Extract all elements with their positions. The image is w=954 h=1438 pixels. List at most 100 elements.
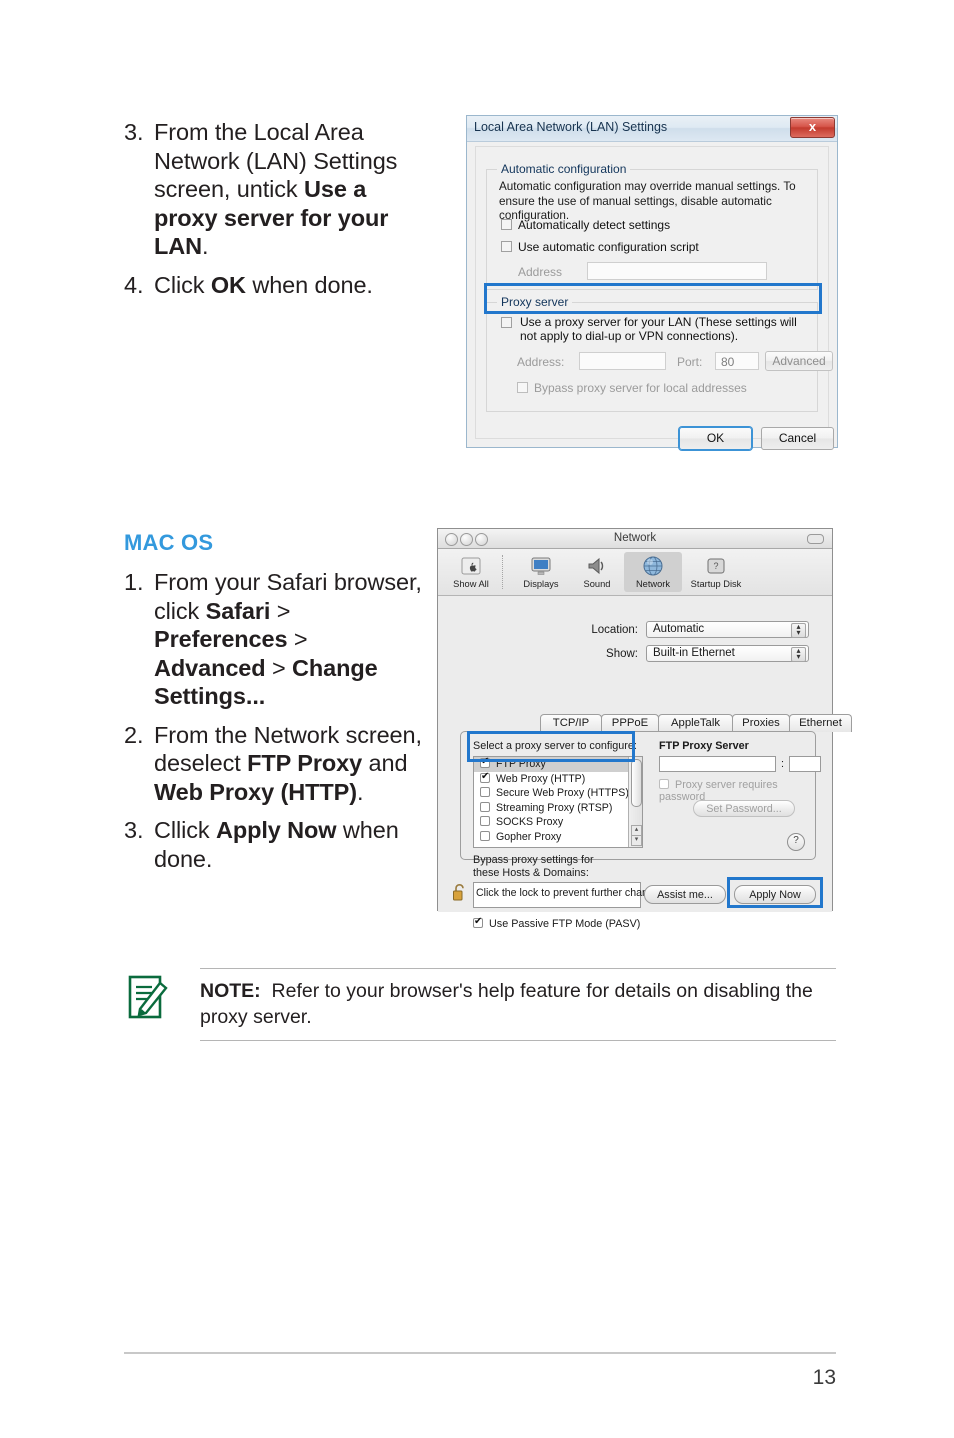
checkbox-icon[interactable] <box>480 787 490 798</box>
step-number: 1. <box>124 569 144 595</box>
checkbox-icon[interactable] <box>517 382 528 393</box>
globe-icon <box>643 556 663 576</box>
checkbox-icon[interactable] <box>480 801 490 812</box>
tab-pppoe[interactable]: PPPoE <box>601 714 659 732</box>
checkbox-icon[interactable] <box>473 916 483 928</box>
note-text: NOTE: Refer to your browser's help featu… <box>200 978 836 1030</box>
scrollbar-thumb[interactable] <box>631 759 642 807</box>
apply-now-button[interactable]: Apply Now <box>734 885 816 904</box>
toolbar-item-show-all[interactable]: Show All <box>442 552 500 589</box>
auto-config-address-input[interactable] <box>587 262 767 280</box>
chevron-updown-icon[interactable]: ▴ ▾ <box>791 647 806 662</box>
dialog-body: Automatic configuration Automatic config… <box>475 146 834 450</box>
tab-appletalk[interactable]: AppleTalk <box>658 714 733 732</box>
mac-steps-list: 1. From your Safari browser, click Safar… <box>124 568 424 873</box>
note-content: NOTE: Refer to your browser's help featu… <box>124 969 836 1040</box>
list-item[interactable]: Gopher Proxy <box>474 830 642 845</box>
note-bottom-rule <box>200 1040 836 1041</box>
list-item-label: Streaming Proxy (RTSP) <box>496 801 613 814</box>
close-icon[interactable]: x <box>790 117 835 138</box>
list-item-label: Gopher Proxy <box>496 830 562 843</box>
port-label: Port: <box>677 355 703 369</box>
proxies-panel: Select a proxy server to configure: FTP … <box>460 731 821 930</box>
auto-config-script-checkbox[interactable]: Use automatic configuration script <box>501 240 699 254</box>
port-separator: : <box>781 758 784 770</box>
proxy-list-scrollbar[interactable]: ▴ ▾ <box>628 757 642 847</box>
mac-toolbar: Show All Displays Sound Network ? Startu… <box>438 549 832 596</box>
address-label: Address <box>518 265 563 279</box>
chevron-updown-icon[interactable]: ▴ ▾ <box>791 623 806 638</box>
bypass-label-line2: these Hosts & Domains: <box>473 867 589 879</box>
port-input[interactable]: 80 <box>715 352 759 370</box>
footer-divider <box>124 1352 836 1354</box>
list-item[interactable]: Streaming Proxy (RTSP) <box>474 801 642 816</box>
toolbar-label: Show All <box>453 579 489 589</box>
toolbar-item-sound[interactable]: Sound <box>568 552 626 589</box>
list-item: 3. Cllick Apply Now when done. <box>124 816 424 873</box>
toolbar-label: Sound <box>583 579 611 589</box>
windows-steps-column: 3. From the Local Area Network (LAN) Set… <box>124 118 424 309</box>
toolbar-toggle-icon[interactable] <box>807 534 824 544</box>
svg-text:?: ? <box>713 561 718 571</box>
toolbar-item-startup-disk[interactable]: ? Startup Disk <box>680 552 752 589</box>
use-proxy-server-checkbox[interactable]: Use a proxy server for your LAN (These s… <box>501 315 801 343</box>
list-item: 4. Click OK when done. <box>124 271 424 300</box>
proxy-list[interactable]: FTP Proxy Web Proxy (HTTP) Secure Web Pr… <box>473 756 643 848</box>
toolbar-item-displays[interactable]: Displays <box>512 552 570 589</box>
note-box: NOTE: Refer to your browser's help featu… <box>124 968 836 1041</box>
list-item: 3. From the Local Area Network (LAN) Set… <box>124 118 424 261</box>
dialog-title: Local Area Network (LAN) Settings <box>474 120 668 134</box>
ftp-proxy-host-input[interactable] <box>659 756 776 772</box>
group-label: Proxy server <box>497 295 573 309</box>
checkbox-icon[interactable] <box>501 317 512 328</box>
windows-steps-list: 3. From the Local Area Network (LAN) Set… <box>124 118 424 299</box>
list-item-label: Secure Web Proxy (HTTPS) <box>496 787 629 800</box>
checkbox-label: Use automatic configuration script <box>518 240 699 254</box>
auto-detect-settings-checkbox[interactable]: Automatically detect settings <box>501 218 670 232</box>
note-body: Refer to your browser's help feature for… <box>200 980 813 1028</box>
lock-open-icon[interactable] <box>452 883 467 902</box>
bypass-proxy-checkbox[interactable]: Bypass proxy server for local addresses <box>517 381 747 395</box>
automatic-configuration-group: Automatic configuration Automatic config… <box>486 162 818 290</box>
advanced-button[interactable]: Advanced <box>765 351 833 371</box>
step-text: Cllick Apply Now when done. <box>154 817 399 872</box>
tab-proxies[interactable]: Proxies <box>732 714 790 732</box>
proxy-address-label: Address: <box>517 355 565 369</box>
ok-button[interactable]: OK <box>679 427 752 450</box>
list-item[interactable]: Web Proxy (HTTP) <box>474 771 642 787</box>
checkbox-icon[interactable] <box>480 771 490 783</box>
bypass-label-line1: Bypass proxy settings for <box>473 854 594 866</box>
proxy-address-input[interactable] <box>579 352 666 370</box>
checkbox-icon[interactable] <box>501 241 512 252</box>
checkbox-icon[interactable] <box>480 757 490 768</box>
toolbar-label: Displays <box>523 579 559 589</box>
scroll-down-icon[interactable]: ▾ <box>631 835 642 846</box>
list-item[interactable]: FTP Proxy <box>474 757 642 772</box>
show-select[interactable]: Built-in Ethernet ▴ ▾ <box>646 645 809 662</box>
assist-me-button[interactable]: Assist me... <box>644 885 726 904</box>
passive-ftp-checkbox[interactable]: Use Passive FTP Mode (PASV) <box>473 916 640 930</box>
list-item: 1. From your Safari browser, click Safar… <box>124 568 424 711</box>
toolbar-item-network[interactable]: Network <box>624 552 682 592</box>
checkbox-icon[interactable] <box>659 779 669 789</box>
set-password-button[interactable]: Set Password... <box>693 800 795 817</box>
page-number: 13 <box>812 1366 836 1389</box>
step-text: From the Local Area Network (LAN) Settin… <box>154 119 398 259</box>
tab-tcpip[interactable]: TCP/IP <box>540 714 602 732</box>
ftp-proxy-port-input[interactable] <box>789 756 821 772</box>
checkbox-icon[interactable] <box>501 219 512 230</box>
checkbox-icon[interactable] <box>480 816 490 827</box>
lan-settings-dialog: Local Area Network (LAN) Settings x Auto… <box>466 115 838 450</box>
list-item[interactable]: SOCKS Proxy <box>474 815 642 830</box>
mac-titlebar: Network <box>438 529 832 549</box>
location-select[interactable]: Automatic ▴ ▾ <box>646 621 809 638</box>
toolbar-label: Network <box>635 579 671 589</box>
cancel-button[interactable]: Cancel <box>761 427 834 450</box>
ftp-proxy-server-label: FTP Proxy Server <box>659 740 749 752</box>
list-item[interactable]: Secure Web Proxy (HTTPS) <box>474 786 642 801</box>
help-icon[interactable]: ? <box>787 833 805 851</box>
group-label: Automatic configuration <box>497 162 631 176</box>
checkbox-icon[interactable] <box>480 830 490 841</box>
tab-ethernet[interactable]: Ethernet <box>789 714 852 732</box>
lock-row: Click the lock to prevent further change… <box>452 883 668 902</box>
